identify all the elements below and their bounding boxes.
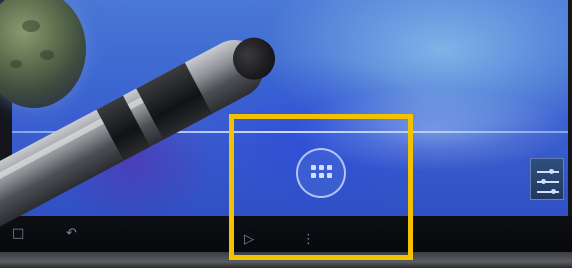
slider-knob bbox=[549, 169, 554, 174]
recent-apps-icon[interactable]: □ bbox=[12, 226, 24, 241]
slider-knob bbox=[541, 179, 546, 184]
back-icon[interactable]: ↶ bbox=[66, 226, 77, 241]
slider-knob bbox=[551, 189, 556, 194]
planet-crater bbox=[22, 20, 40, 32]
slider-line bbox=[537, 171, 559, 173]
planet-crater bbox=[40, 50, 54, 60]
settings-shortcut-icon[interactable] bbox=[530, 158, 564, 200]
planet-crater bbox=[10, 60, 22, 68]
photo: □ ↶ ▷ ⋮ bbox=[0, 0, 572, 268]
highlight-box bbox=[229, 114, 413, 260]
